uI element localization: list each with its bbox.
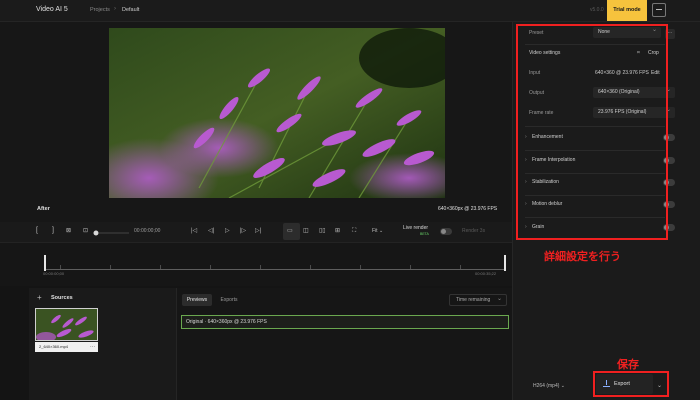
resolution-label: 640×360px @ 23.976 FPS xyxy=(438,206,498,212)
step-forward-icon[interactable]: |▷ xyxy=(240,227,246,235)
tab-exports[interactable]: Exports xyxy=(216,294,242,306)
sources-panel: + Sources 2_640×360.mp4 ··· xyxy=(29,288,177,400)
breadcrumb-separator: › xyxy=(114,6,116,12)
skip-end-icon[interactable]: ▷| xyxy=(255,227,261,235)
app-title: Video AI 5 xyxy=(36,6,68,13)
annotation-highlight-export xyxy=(593,371,669,397)
trim-end-handle[interactable] xyxy=(504,255,506,271)
annotation-save: 保存 xyxy=(617,359,639,371)
exit-icon[interactable] xyxy=(652,3,666,17)
top-bar: Video AI 5 Projects › Default v5.0.0 Tri… xyxy=(0,0,700,22)
video-preview[interactable] xyxy=(109,28,445,198)
side-by-side-icon[interactable]: ▯▯ xyxy=(319,227,326,235)
timeline-tick xyxy=(360,265,361,269)
zoom-select[interactable]: Fit ⌄ xyxy=(372,228,383,234)
trial-mode-button[interactable]: Trial mode xyxy=(607,0,647,21)
settings-panel: Preset None ··· Video settings ⌗ Crop In… xyxy=(512,22,700,400)
preview-area: After 640×360px @ 23.976 FPS xyxy=(0,22,512,222)
source-file-caption[interactable]: 2_640×360.mp4 ··· xyxy=(35,342,98,352)
source-file-name: 2_640×360.mp4 xyxy=(39,344,69,349)
timeline-ruler xyxy=(45,269,505,270)
more-options-icon[interactable]: ··· xyxy=(90,342,95,352)
timeline-tick xyxy=(60,265,61,269)
after-label: After xyxy=(37,206,50,212)
loop-icon[interactable]: ⊡ xyxy=(83,227,88,235)
timeline-tick xyxy=(210,265,211,269)
volume-slider[interactable] xyxy=(93,230,129,236)
play-icon[interactable]: ▷ xyxy=(225,227,230,235)
annotation-highlight-settings xyxy=(516,24,668,240)
timecode: 00:00:00;00 xyxy=(134,228,161,234)
previews-exports-panel: Previews Exports Time remaining Original… xyxy=(177,288,512,400)
mark-out-icon[interactable]: ] xyxy=(52,227,54,235)
sources-title: Sources xyxy=(51,295,73,301)
timeline-tick xyxy=(260,265,261,269)
single-view-icon[interactable]: ▭ xyxy=(287,227,293,235)
video-frame-image xyxy=(109,28,445,198)
breadcrumb-default: Default xyxy=(122,7,140,13)
sort-select[interactable]: Time remaining xyxy=(449,294,507,306)
source-thumbnail[interactable] xyxy=(35,308,98,341)
timeline-tick xyxy=(110,265,111,269)
breadcrumb-projects[interactable]: Projects xyxy=(90,7,110,13)
annotation-advanced-settings: 詳細設定を行う xyxy=(544,251,621,263)
playback-controls: [ ] ⊠ ⊡ 00:00:00;00 |◁ ◁| ▷ |▷ ▷| ▭ ◫ ▯▯… xyxy=(0,222,512,242)
version-label: v5.0.0 xyxy=(590,7,604,13)
fullscreen-icon[interactable]: ⛶ xyxy=(352,227,356,235)
timeline-tick xyxy=(310,265,311,269)
clear-marks-icon[interactable]: ⊠ xyxy=(66,227,71,235)
add-source-icon[interactable]: + xyxy=(37,293,42,302)
trim-start-handle[interactable] xyxy=(44,255,46,271)
timeline-tick xyxy=(410,265,411,269)
step-back-icon[interactable]: ◁| xyxy=(208,227,214,235)
live-render-label: Live render xyxy=(403,225,429,231)
thumbnail-image xyxy=(36,309,97,340)
tab-previews[interactable]: Previews xyxy=(182,294,212,306)
split-view-icon[interactable]: ◫ xyxy=(303,227,309,235)
timeline[interactable]: 00:00:00;00 00:00:35;22 xyxy=(0,242,512,286)
timeline-tick xyxy=(160,265,161,269)
format-select[interactable]: H264 (mp4) ⌄ xyxy=(533,383,565,389)
skip-start-icon[interactable]: |◁ xyxy=(191,227,197,235)
beta-badge: BETA xyxy=(420,232,429,236)
timeline-end-time: 00:00:35;22 xyxy=(475,271,497,276)
grid-view-icon[interactable]: ⊞ xyxy=(335,227,340,235)
render-button[interactable]: Render 3s xyxy=(462,228,485,234)
mark-in-icon[interactable]: [ xyxy=(36,227,38,235)
preview-row[interactable]: Original · 640×360px @ 23.976 FPS xyxy=(181,315,509,329)
timeline-tick xyxy=(460,265,461,269)
timeline-start-time: 00:00:00;00 xyxy=(43,271,65,276)
live-render-toggle[interactable] xyxy=(440,228,452,235)
